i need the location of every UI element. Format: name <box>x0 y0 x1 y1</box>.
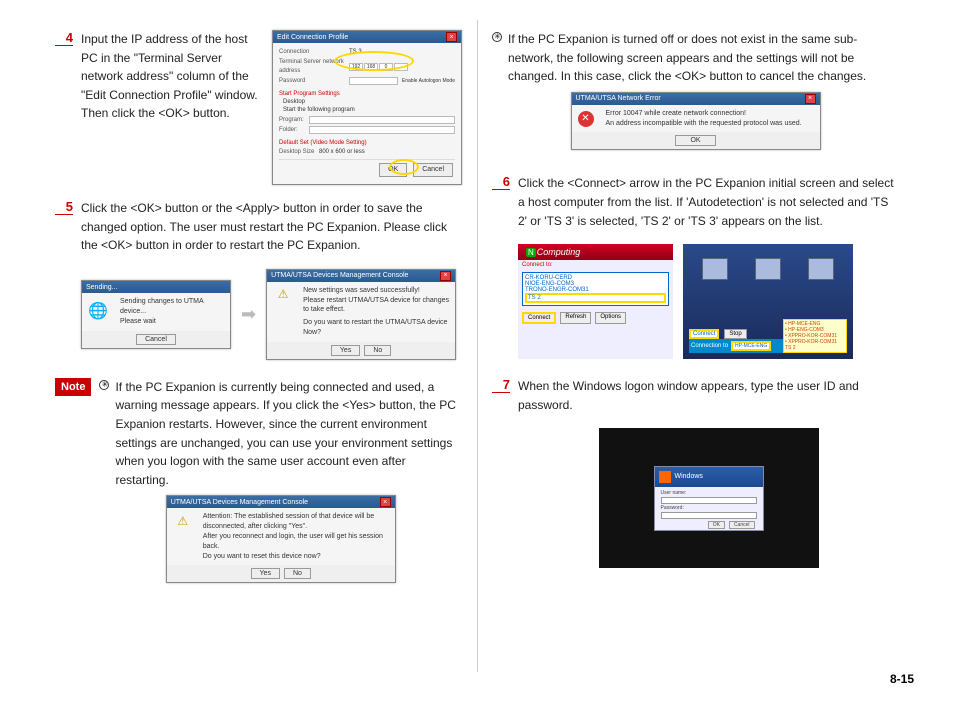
field-label: Connection <box>279 48 349 56</box>
globe-icon: 🌐 <box>88 303 108 321</box>
step-number: 5 <box>55 199 73 215</box>
note-text: If the PC Expanion is turned off or does… <box>508 30 899 86</box>
yes-button: Yes <box>251 568 280 579</box>
dialog-title: UTMA/UTSA Network Error <box>576 95 661 102</box>
ncomputing-logo-icon <box>526 247 537 257</box>
refresh-button: Refresh <box>560 312 591 324</box>
yes-button: Yes <box>331 345 360 356</box>
computer-icon <box>702 258 728 280</box>
warning-icon: ⚠ <box>173 512 193 530</box>
step-4: 4 Input the IP address of the host PC in… <box>55 30 462 185</box>
windows-label: Windows <box>675 473 703 480</box>
step-text: Input the IP address of the host PC in t… <box>81 30 264 185</box>
dialog-text: Attention: The established session of th… <box>203 512 389 532</box>
cancel-button: Cancel <box>729 521 755 529</box>
host-list: CR-KORU-CERD NIOE-ENG-COM3 TRONO-ENGR-CO… <box>522 272 669 306</box>
connect-button: Connect <box>522 312 556 324</box>
sending-dialog: Sending... 🌐 Sending changes to UTMA dev… <box>81 280 231 348</box>
computer-icon <box>808 258 834 280</box>
options-button: Options <box>595 312 626 324</box>
step-number: 6 <box>492 174 510 190</box>
note-text: If the PC Expanion is currently being co… <box>115 378 462 490</box>
host-field: HP-MCE-ENG <box>731 341 771 351</box>
brand-text: Computing <box>537 247 581 257</box>
close-icon: × <box>446 32 457 42</box>
radio-label: Start the following program <box>279 106 455 114</box>
step-text: When the Windows logon window appears, t… <box>518 377 899 414</box>
dialog-title: UTMA/UTSA Devices Management Console <box>171 499 308 506</box>
step-7: 7 When the Windows logon window appears,… <box>492 377 899 414</box>
list-item: TS 2 <box>785 345 845 351</box>
field-label: Folder: <box>279 126 309 134</box>
stop-button: Stop <box>724 329 746 339</box>
windows-logon-screenshot: Windows User name: Password: OKCancel <box>599 428 819 568</box>
cancel-button: Cancel <box>136 334 176 345</box>
reset-confirm-dialog: UTMA/UTSA Devices Management Console× ⚠ … <box>166 495 396 583</box>
computer-icon <box>755 258 781 280</box>
close-icon: × <box>380 497 391 507</box>
error-note: If the PC Expanion is turned off or does… <box>492 30 899 86</box>
dialog-text: Error 10047 while create network connect… <box>606 109 802 119</box>
dialog-title: Sending... <box>86 284 118 291</box>
pc-expanion-connection-screen: Connection to HP-MCE-ENG Connect Stop • … <box>683 244 853 359</box>
ok-button: OK <box>379 163 407 177</box>
list-item-highlighted: TS 2 <box>525 293 666 303</box>
section-label: Start Program Settings <box>279 90 455 98</box>
step-text: Click the <OK> button or the <Apply> but… <box>81 199 462 255</box>
dialog-text: Do you want to restart the UTMA/UTSA dev… <box>303 318 449 338</box>
field-label: Terminal Server network address <box>279 58 349 75</box>
checkbox-label: Enable Autologon Mode <box>402 78 455 85</box>
arrow-right-icon: ➡ <box>241 304 256 325</box>
dialog-title: Edit Connection Profile <box>277 34 348 41</box>
field-label: Desktop Size <box>279 148 319 156</box>
step-5: 5 Click the <OK> button or the <Apply> b… <box>55 199 462 255</box>
connect-button: Connect <box>689 329 719 339</box>
connect-to-label: Connect to: <box>518 260 673 268</box>
no-button: No <box>284 568 311 579</box>
dialog-text: An address incompatible with the request… <box>606 119 802 129</box>
error-icon: ✕ <box>578 111 594 127</box>
windows-flag-icon <box>659 471 671 483</box>
warning-icon: ⚠ <box>273 286 293 304</box>
dialog-text: New settings was saved successfully! <box>303 286 449 296</box>
pc-expanion-connect-screen: Computing Connect to: CR-KORU-CERD NIOE-… <box>518 244 673 359</box>
dialog-text: Do you want to reset this device now? <box>203 552 389 562</box>
step-number: 7 <box>492 377 510 393</box>
host-dropdown-list: • HP-MCE-ENG • HP-ENG-COM3 • XPPRO-KOR-C… <box>783 319 847 353</box>
dialog-title: UTMA/UTSA Devices Management Console <box>271 272 408 279</box>
note-tag: Note <box>55 378 91 396</box>
section-label: Default Set (Video Mode Setting) <box>279 139 455 147</box>
edit-connection-profile-dialog: Edit Connection Profile× ConnectionTS 3 … <box>272 30 462 185</box>
connection-to-label: Connection to <box>691 343 728 349</box>
no-button: No <box>364 345 391 356</box>
radio-label: Desktop <box>279 98 455 106</box>
password-input <box>661 512 757 519</box>
network-error-dialog: UTMA/UTSA Network Error × ✕ Error 10047 w… <box>571 92 821 151</box>
dialog-text: Sending changes to UTMA device... Please… <box>120 297 224 326</box>
dialog-text: After you reconnect and login, the user … <box>203 532 389 552</box>
management-console-dialog: UTMA/UTSA Devices Management Console× ⚠ … <box>266 269 456 360</box>
close-icon: × <box>440 271 451 281</box>
page-number: 8-15 <box>890 672 914 686</box>
ok-button: OK <box>675 135 715 146</box>
note-block: Note If the PC Expanion is currently bei… <box>55 378 462 584</box>
step-number: 4 <box>55 30 73 46</box>
bullet-icon <box>99 380 109 390</box>
step-text: Click the <Connect> arrow in the PC Expa… <box>518 174 899 230</box>
field-label: Password <box>279 77 349 85</box>
bullet-icon <box>492 32 502 42</box>
field-value: 800 x 600 or less <box>319 148 365 156</box>
ok-button: OK <box>708 521 725 529</box>
dialog-text: Please restart UTMA/UTSA device for chan… <box>303 296 449 316</box>
field-label: Program: <box>279 116 309 124</box>
cancel-button: Cancel <box>413 163 453 177</box>
step-6: 6 Click the <Connect> arrow in the PC Ex… <box>492 174 899 230</box>
close-icon: × <box>805 94 816 104</box>
username-input <box>661 497 757 504</box>
